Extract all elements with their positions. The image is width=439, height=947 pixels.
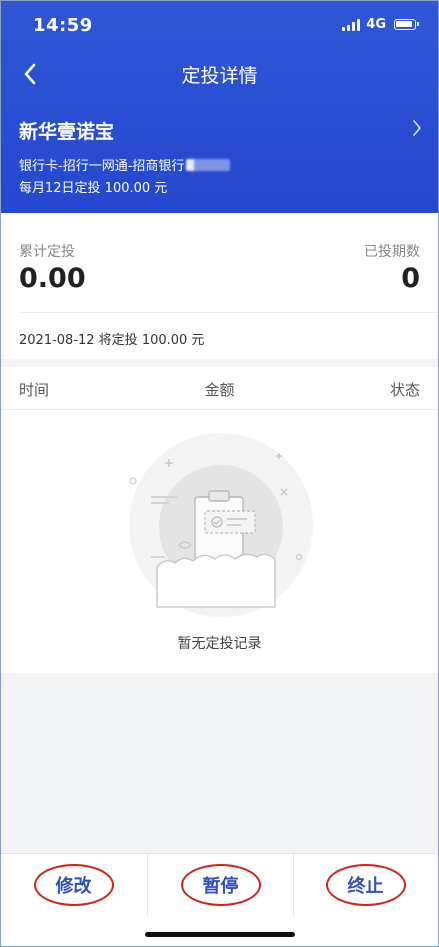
app-screen: 14:59 4G 定投详情 新华壹诺宝 银行卡-招行一网通-招商银行 每月12日… (0, 0, 439, 947)
column-header-status: 状态 (389, 381, 420, 399)
modify-button[interactable]: 修改 (1, 854, 146, 916)
terminate-button-label: 终止 (325, 864, 406, 906)
next-investment: 2021-08-12 将定投 100.00 元 (19, 333, 205, 348)
column-header-amount: 金额 (204, 381, 235, 399)
empty-state-text: 暂无定投记录 (177, 636, 262, 652)
total-invested-value: 0.00 (19, 263, 86, 294)
network-type: 4G (366, 17, 386, 32)
pause-button-label: 暂停 (180, 864, 261, 906)
records-table: 时间 金额 状态 暂无定投记录 (1, 367, 438, 673)
summary-card: 累计定投 已投期数 0.00 0 2021-08-12 将定投 100.00 元 (1, 213, 438, 359)
periods-value: 0 (401, 263, 420, 294)
chevron-right-icon (413, 120, 421, 136)
bottom-action-bar: 修改 暂停 终止 (1, 853, 438, 946)
status-right: 4G (342, 17, 419, 32)
cellular-signal-icon (342, 18, 361, 31)
masked-card-number (186, 158, 231, 171)
terminate-button[interactable]: 终止 (293, 854, 438, 916)
status-bar: 14:59 4G (1, 15, 438, 39)
nav-bar: 定投详情 (1, 57, 438, 93)
bank-account: 银行卡-招行一网通-招商银行 (19, 155, 231, 174)
periods-label: 已投期数 (364, 244, 420, 260)
header: 14:59 4G 定投详情 新华壹诺宝 银行卡-招行一网通-招商银行 每月12日… (1, 1, 438, 213)
bank-account-text: 银行卡-招行一网通-招商银行 (19, 159, 185, 174)
fund-detail-link[interactable]: 新华壹诺宝 (19, 117, 422, 145)
total-invested-label: 累计定投 (19, 244, 75, 260)
plan-description: 每月12日定投 100.00 元 (19, 181, 168, 196)
page-title: 定投详情 (181, 65, 258, 87)
divider (19, 312, 438, 313)
pause-button[interactable]: 暂停 (147, 854, 294, 916)
battery-icon (394, 19, 419, 30)
home-indicator[interactable] (144, 932, 295, 937)
status-time: 14:59 (33, 15, 93, 36)
table-header: 时间 金额 状态 (1, 367, 438, 410)
fund-name: 新华壹诺宝 (19, 121, 115, 143)
empty-clipboard-icon (129, 433, 313, 617)
modify-button-label: 修改 (33, 864, 114, 906)
